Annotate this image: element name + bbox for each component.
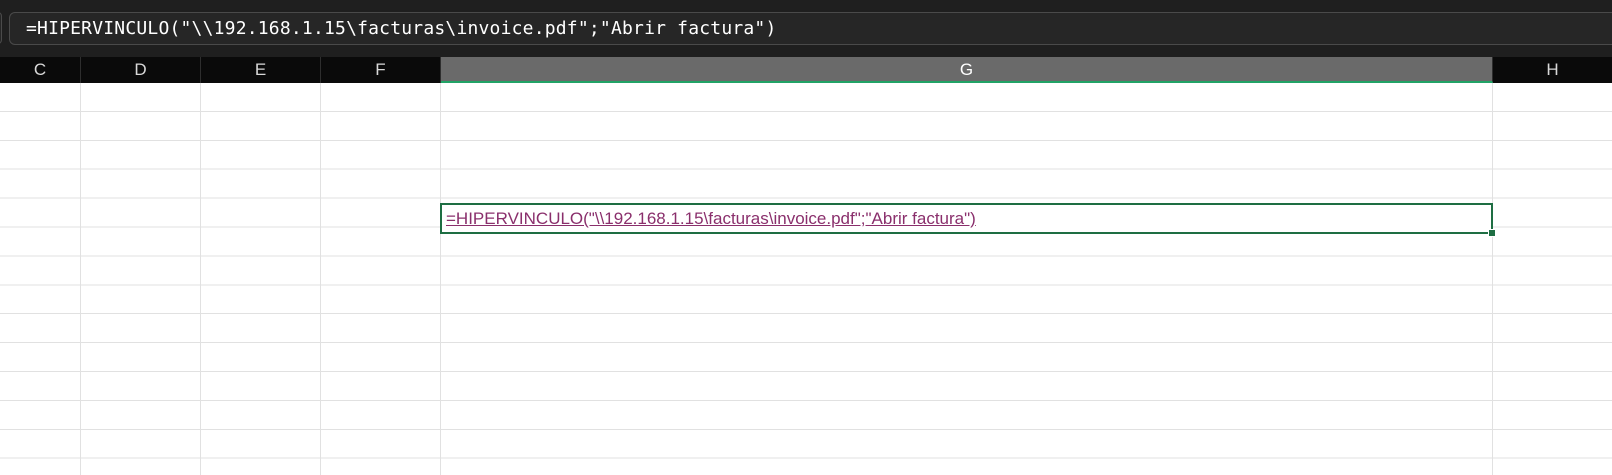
formula-input[interactable]: =HIPERVINCULO("\\192.168.1.15\facturas\i… (9, 12, 1612, 45)
column-divider (1492, 83, 1493, 475)
column-divider (320, 83, 321, 475)
column-divider (200, 83, 201, 475)
column-header-g[interactable]: G (441, 57, 1493, 83)
formula-bar: =HIPERVINCULO("\\192.168.1.15\facturas\i… (0, 0, 1612, 57)
hyperlink-cell-text[interactable]: =HIPERVINCULO("\\192.168.1.15\facturas\i… (446, 205, 976, 233)
column-header-h[interactable]: H (1493, 57, 1612, 83)
column-header-row: C D E F G H (0, 57, 1612, 83)
name-box-edge[interactable] (0, 12, 2, 44)
column-header-d[interactable]: D (81, 57, 201, 83)
column-header-c[interactable]: C (0, 57, 81, 83)
fill-handle[interactable] (1488, 229, 1496, 237)
spreadsheet-window: =HIPERVINCULO("\\192.168.1.15\facturas\i… (0, 0, 1612, 475)
active-cell-g[interactable]: =HIPERVINCULO("\\192.168.1.15\facturas\i… (440, 203, 1496, 237)
column-divider (440, 83, 441, 475)
formula-text[interactable]: =HIPERVINCULO("\\192.168.1.15\facturas\i… (26, 13, 777, 44)
column-header-e[interactable]: E (201, 57, 321, 83)
column-header-f[interactable]: F (321, 57, 441, 83)
cell-grid[interactable] (0, 83, 1612, 475)
column-divider (80, 83, 81, 475)
